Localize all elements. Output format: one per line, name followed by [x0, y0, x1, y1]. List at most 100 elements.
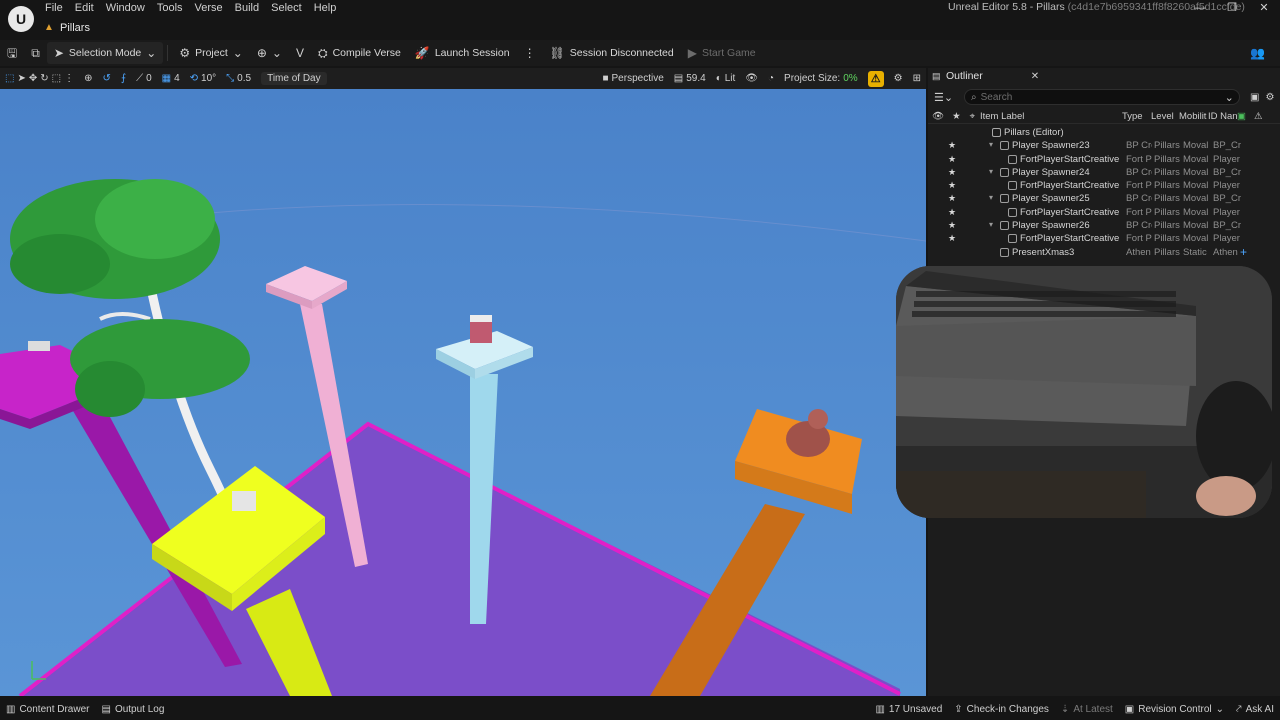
checkin-button[interactable]: ⇪ Check-in Changes: [948, 704, 1055, 715]
launch-session-button[interactable]: 🚀 Launch Session: [408, 42, 517, 64]
tree-row[interactable]: ★ ▾ Player Spawner26 BP CrePillarsMoval BP_C…: [928, 220, 1280, 233]
outliner-search[interactable]: ⌕ ⌄: [964, 89, 1240, 105]
tree-row[interactable]: ★ FortPlayerStartCreative Fort P Pillars Mov…: [928, 233, 1280, 246]
surface-snap-toggle[interactable]: ↺: [97, 68, 115, 89]
time-of-day-dropdown[interactable]: Time of Day: [256, 68, 332, 89]
star-icon[interactable]: ★: [948, 220, 956, 231]
level-viewport[interactable]: ⬚ ➤ ✥ ↻ ⬚ ⋮ ⊕ ↺ ⨍ ⟋ 0 ▦ 4 ⟲ 10° ⤡ 0.5 Ti…: [0, 68, 926, 696]
performance-dropdown[interactable]: ◔: [763, 68, 779, 89]
collab-button[interactable]: 👥: [1243, 42, 1272, 64]
column-id-name[interactable]: ID Nan: [1208, 111, 1238, 122]
add-actor-button[interactable]: ⊕ ⌄: [250, 42, 289, 64]
disconnected-icon: ⛓: [549, 46, 565, 60]
content-drawer-button[interactable]: ▥ Content Drawer: [0, 704, 95, 715]
filter-icon[interactable]: ☰⌄: [934, 91, 960, 104]
column-item-label[interactable]: Item Label: [980, 111, 1024, 122]
session-status[interactable]: ⛓ Session Disconnected: [543, 42, 681, 64]
selection-mode-dropdown[interactable]: ➤ Selection Mode ⌄: [46, 42, 164, 64]
menu-verse[interactable]: Verse: [194, 2, 234, 14]
star-header-icon[interactable]: ★: [952, 111, 961, 122]
search-input[interactable]: [980, 91, 1221, 103]
wrench-icon: ⟋: [136, 73, 144, 84]
tree-row-id: BP_Cr: [1213, 166, 1241, 178]
revision-control-dropdown[interactable]: ▣ Revision Control ⌄: [1119, 704, 1230, 715]
scale-snap[interactable]: ⤡ 0.5: [221, 68, 256, 89]
rotation-snap-count[interactable]: ⟋ 0: [131, 68, 157, 89]
add-folder-icon[interactable]: ▣: [1250, 92, 1259, 103]
compile-verse-button[interactable]: ⛭ Compile Verse: [311, 42, 408, 64]
show-flags-dropdown[interactable]: 👁: [740, 68, 763, 89]
scale-snap-icon: ⤡: [226, 73, 235, 84]
outliner-tab[interactable]: ▤ Outliner ✕: [928, 68, 1280, 84]
tree-row[interactable]: PresentXmas3 Athen Pillars Static Athen +: [928, 246, 1280, 260]
document-tab[interactable]: ▲ Pillars: [44, 19, 90, 37]
add-icon[interactable]: +: [1240, 246, 1247, 258]
output-log-button[interactable]: ▤ Output Log: [95, 704, 170, 715]
tree-row[interactable]: ★ ▾ Player Spawner23 BP CrePillarsMoval BP_C…: [928, 140, 1280, 153]
viewport-settings-button[interactable]: ⚙: [889, 68, 908, 89]
expand-arrow-icon[interactable]: ▾: [989, 167, 993, 176]
star-icon[interactable]: ★: [948, 167, 956, 178]
close-icon[interactable]: ✕: [1031, 71, 1039, 82]
3d-scene[interactable]: [0, 89, 926, 696]
visibility-header-icon[interactable]: 👁: [932, 111, 944, 122]
star-icon[interactable]: ★: [948, 193, 956, 204]
menu-tools[interactable]: Tools: [156, 2, 194, 14]
project-dropdown[interactable]: ⚙ Project ⌄: [172, 42, 250, 64]
star-icon[interactable]: ★: [948, 180, 956, 191]
at-latest-button[interactable]: ⇣ At Latest: [1055, 704, 1119, 715]
menu-file[interactable]: File: [44, 2, 74, 14]
warning-icon[interactable]: ⚠: [1254, 111, 1263, 122]
content-browse-button[interactable]: ⧉: [24, 42, 47, 64]
star-icon[interactable]: ★: [948, 140, 956, 151]
unreal-logo-icon[interactable]: U: [8, 6, 34, 32]
actor-icon: [1000, 167, 1009, 177]
ask-ai-button[interactable]: ⤤ Ask AI: [1230, 704, 1280, 715]
menu-window[interactable]: Window: [105, 2, 156, 14]
pin-header-icon[interactable]: ⌖: [970, 111, 975, 122]
perspective-dropdown[interactable]: ■ Perspective: [597, 68, 668, 89]
tree-row[interactable]: ★ FortPlayerStartCreative Fort P Pillars Mov…: [928, 207, 1280, 220]
expand-arrow-icon[interactable]: ▾: [989, 193, 993, 202]
restore-icon[interactable]: ❐: [1216, 0, 1248, 16]
tree-row-level: Pillars: [1154, 166, 1180, 178]
add-column-icon[interactable]: ▣: [1237, 111, 1246, 122]
menu-select[interactable]: Select: [270, 2, 313, 14]
grid-snap[interactable]: ▦ 4: [157, 68, 185, 89]
close-icon[interactable]: ✕: [1248, 0, 1280, 16]
world-space-toggle[interactable]: ⊕: [79, 68, 97, 89]
lit-dropdown[interactable]: ◐ Lit: [711, 68, 741, 89]
snap-toggle[interactable]: ⨍: [116, 68, 131, 89]
minimize-icon[interactable]: —: [1184, 0, 1216, 16]
tree-row[interactable]: ★ ▾ Player Spawner25 BP CrePillarsMoval BP_C…: [928, 193, 1280, 206]
level-icon: ▲: [44, 22, 54, 33]
star-icon[interactable]: ★: [948, 233, 956, 244]
star-icon[interactable]: ★: [948, 154, 956, 165]
tree-row[interactable]: ★ FortPlayerStartCreative Fort P Pillars Mov…: [928, 154, 1280, 167]
expand-arrow-icon[interactable]: ▾: [989, 140, 993, 149]
tree-row[interactable]: ★ ▾ Player Spawner24 BP CrePillarsMoval BP_C…: [928, 167, 1280, 180]
fov-control[interactable]: ▤ 59.4: [669, 68, 711, 89]
column-level[interactable]: Level: [1151, 111, 1174, 122]
settings-icon[interactable]: ⚙: [1265, 92, 1274, 103]
tree-root[interactable]: Pillars (Editor): [928, 127, 1280, 140]
column-type[interactable]: Type: [1122, 111, 1143, 122]
expand-arrow-icon[interactable]: ▾: [989, 220, 993, 229]
viewport-layout-button[interactable]: ⊞: [908, 68, 926, 89]
save-button[interactable]: 🖫: [0, 42, 24, 64]
star-icon[interactable]: ★: [948, 207, 956, 218]
verse-button[interactable]: V: [289, 42, 311, 64]
column-mobility[interactable]: Mobilit: [1179, 111, 1206, 122]
warning-button[interactable]: ⚠: [863, 68, 889, 89]
start-game-button[interactable]: ▶ Start Game: [681, 42, 763, 64]
menu-help[interactable]: Help: [313, 2, 348, 14]
transform-tools[interactable]: ⬚ ➤ ✥ ↻ ⬚ ⋮: [0, 68, 79, 89]
users-icon: 👥: [1250, 46, 1265, 60]
unsaved-button[interactable]: ▥ 17 Unsaved: [869, 704, 948, 715]
menu-build[interactable]: Build: [234, 2, 270, 14]
menu-edit[interactable]: Edit: [74, 2, 105, 14]
session-options-button[interactable]: ⋮: [517, 42, 543, 64]
tree-row[interactable]: ★ FortPlayerStartCreative Fort P Pillars Mov…: [928, 180, 1280, 193]
angle-snap[interactable]: ⟲ 10°: [185, 68, 222, 89]
scale-snap-value: 0.5: [237, 73, 252, 84]
